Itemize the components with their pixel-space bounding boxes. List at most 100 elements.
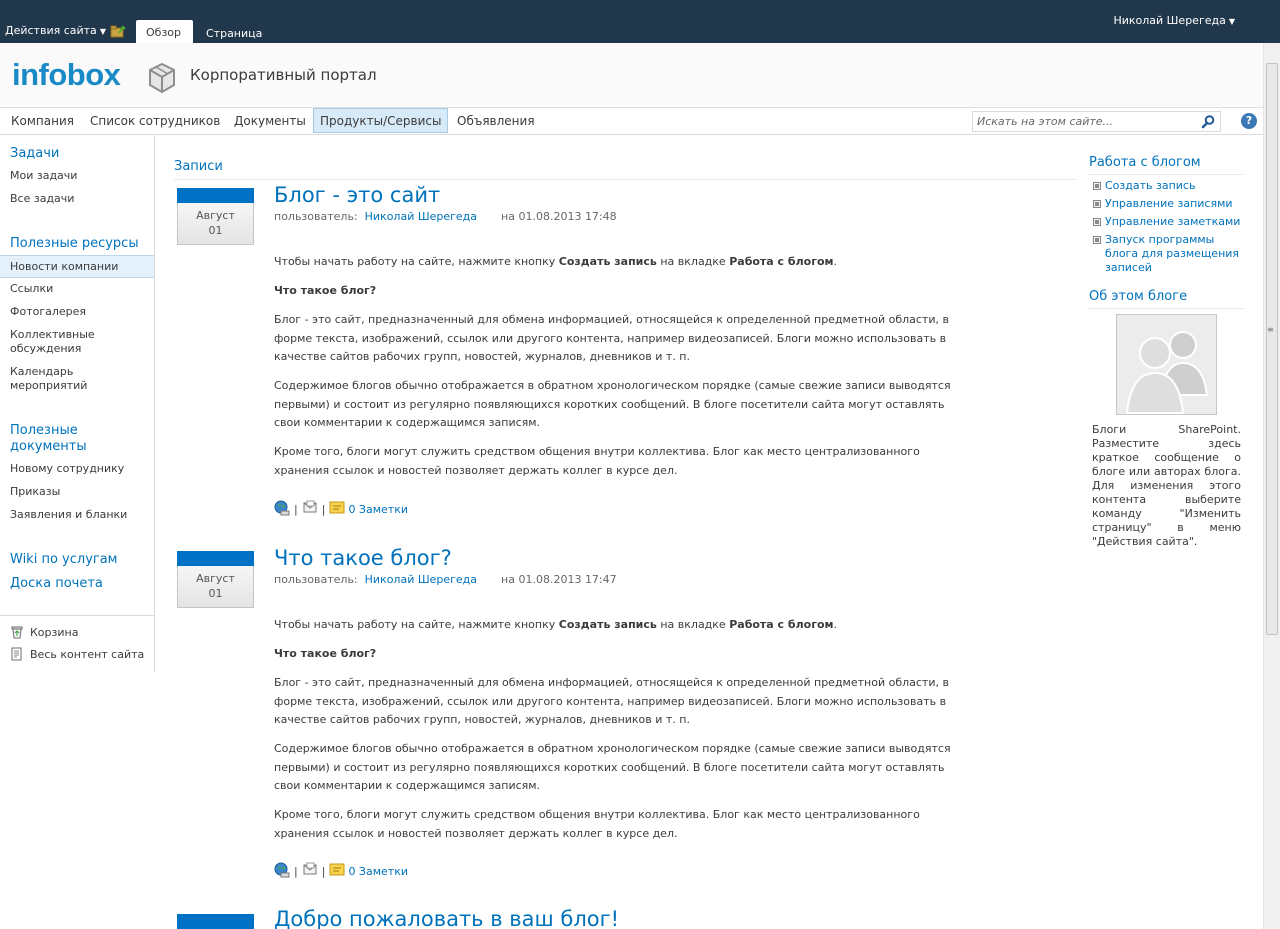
manage-comments-link[interactable]: Управление заметками — [1089, 215, 1244, 229]
site-content-icon — [11, 647, 22, 661]
search-icon[interactable] — [1200, 114, 1216, 130]
topnav-item-documents[interactable]: Документы — [228, 109, 312, 134]
post-title[interactable]: Блог - это сайт — [274, 183, 440, 207]
vertical-scrollbar[interactable]: ≡ — [1263, 43, 1280, 929]
bullet-icon — [1093, 200, 1101, 208]
recycle-bin-icon — [11, 626, 23, 639]
post-paragraph: Кроме того, блоги могут служить средство… — [274, 445, 920, 477]
leftnav-item-company-news[interactable]: Новости компании — [0, 255, 154, 278]
ribbon-bar: Действия сайта ▼ Обзор Страница Николай Ш… — [0, 0, 1280, 43]
leftnav-heading-tasks[interactable]: Задачи — [10, 146, 59, 162]
post-footer: | | 0 Заметки — [274, 500, 408, 516]
leftnav-item-new-employee[interactable]: Новому сотруднику — [10, 462, 150, 476]
site-actions-menu[interactable]: Действия сайта ▼ — [5, 24, 106, 37]
site-title: Корпоративный портал — [190, 66, 377, 84]
leftnav-heading-honor-board[interactable]: Доска почета — [10, 576, 103, 592]
post-day: 01 — [208, 224, 223, 237]
email-link-icon[interactable] — [302, 500, 318, 516]
post-author-link[interactable]: Николай Шерегеда — [365, 573, 477, 586]
post-footer: | | 0 Заметки — [274, 862, 408, 878]
about-photo — [1116, 314, 1217, 415]
post-date-box: Август 01 — [177, 188, 254, 245]
topnav-item-company[interactable]: Компания — [5, 109, 80, 134]
chevron-down-icon: ▼ — [1228, 17, 1235, 26]
leftnav-heading-documents[interactable]: Полезные документы — [10, 423, 100, 455]
about-blog-heading: Об этом блоге — [1089, 289, 1244, 309]
leftnav-item-events-calendar[interactable]: Календарь мероприятий — [10, 365, 100, 393]
leftnav-item-photo-gallery[interactable]: Фотогалерея — [10, 305, 150, 319]
post-paragraph: Кроме того, блоги могут служить средство… — [274, 808, 920, 840]
site-header: infobox Корпоративный портал — [0, 43, 1263, 108]
post-meta: пользователь: Николай Шерегеда на 01.08.20… — [274, 573, 617, 586]
post-date: на 01.08.2013 17:48 — [501, 210, 617, 223]
post-date-box: Август 01 — [177, 551, 254, 608]
leftnav-item-my-tasks[interactable]: Мои задачи — [10, 169, 150, 183]
divider — [174, 179, 1076, 180]
leftnav-item-orders[interactable]: Приказы — [10, 485, 150, 499]
post-by-label: пользователь: — [274, 210, 358, 223]
permalink-icon[interactable] — [274, 500, 290, 516]
post-body: Чтобы начать работу на сайте, нажмите кн… — [274, 253, 964, 491]
section-title[interactable]: Записи — [174, 159, 223, 174]
comments-link[interactable]: 0 Заметки — [348, 865, 408, 878]
bullet-icon — [1093, 236, 1101, 244]
comments-link[interactable]: 0 Заметки — [348, 503, 408, 516]
permalink-icon[interactable] — [274, 862, 290, 878]
post-paragraph: Блог - это сайт, предназначенный для обм… — [274, 313, 949, 363]
search-box — [972, 111, 1221, 132]
all-content-link[interactable]: Весь контент сайта — [10, 647, 144, 661]
date-band — [177, 188, 254, 203]
bullet-icon — [1093, 182, 1101, 190]
manage-posts-link[interactable]: Управление записями — [1089, 197, 1244, 211]
site-actions-label: Действия сайта — [5, 24, 97, 37]
bullet-icon — [1093, 218, 1101, 226]
post-date-box — [177, 914, 254, 929]
user-name: Николай Шерегеда — [1113, 14, 1226, 27]
logo[interactable]: infobox — [12, 57, 121, 93]
divider — [0, 615, 154, 616]
topnav-item-products[interactable]: Продукты/Сервисы — [313, 108, 449, 133]
comments-icon[interactable] — [329, 500, 345, 516]
leftnav-item-all-tasks[interactable]: Все задачи — [10, 192, 150, 206]
leftnav-item-links[interactable]: Ссылки — [10, 282, 150, 296]
about-blog-text: Блоги SharePoint. Разместите здесь кратк… — [1092, 423, 1241, 548]
post-title[interactable]: Добро пожаловать в ваш блог! — [274, 907, 619, 929]
recycle-bin-link[interactable]: Корзина — [10, 625, 78, 639]
blog-tools-list: Создать запись Управление записями Управ… — [1089, 179, 1244, 275]
post-month: Август — [196, 209, 235, 222]
leftnav-heading-resources[interactable]: Полезные ресурсы — [10, 236, 139, 252]
post-paragraph: Содержимое блогов обычно отображается в … — [274, 742, 951, 792]
post-paragraph: Содержимое блогов обычно отображается в … — [274, 379, 951, 429]
right-column: Работа с блогом Создать запись Управлени… — [1089, 155, 1244, 549]
user-menu[interactable]: Николай Шерегеда ▼ — [1113, 14, 1235, 27]
launch-blog-program-link[interactable]: Запуск программы блога для размещения за… — [1089, 233, 1244, 275]
topnav-item-employees[interactable]: Список сотрудников — [84, 109, 226, 134]
post-month: Август — [196, 572, 235, 585]
scrollbar-thumb[interactable] — [1266, 63, 1278, 635]
tab-page[interactable]: Страница — [196, 20, 272, 43]
navigate-up-icon[interactable] — [110, 24, 126, 38]
date-band — [177, 551, 254, 566]
comments-icon[interactable] — [329, 862, 345, 878]
topnav-item-announcements[interactable]: Объявления — [451, 109, 541, 134]
tab-browse[interactable]: Обзор — [136, 20, 193, 43]
search-input[interactable] — [977, 114, 1197, 129]
post-title[interactable]: Что такое блог? — [274, 546, 452, 570]
help-icon[interactable]: ? — [1241, 113, 1257, 129]
email-link-icon[interactable] — [302, 862, 318, 878]
create-post-link[interactable]: Создать запись — [1089, 179, 1244, 193]
post-author-link[interactable]: Николай Шерегеда — [365, 210, 477, 223]
date-band — [177, 914, 254, 929]
post-body: Чтобы начать работу на сайте, нажмите кн… — [274, 616, 964, 854]
post-subheading: Что такое блог? — [274, 284, 377, 297]
post-day: 01 — [208, 587, 223, 600]
cube-logo-icon — [149, 62, 175, 94]
top-navigation: Компания Список сотрудников Документы Пр… — [0, 108, 1263, 135]
left-navigation: Задачи Мои задачи Все задачи Полезные ре… — [0, 135, 155, 672]
leftnav-heading-wiki[interactable]: Wiki по услугам — [10, 552, 118, 568]
post-by-label: пользователь: — [274, 573, 358, 586]
leftnav-item-discussions[interactable]: Коллективные обсуждения — [10, 328, 110, 356]
recycle-bin-label: Корзина — [30, 626, 79, 639]
leftnav-item-forms[interactable]: Заявления и бланки — [10, 508, 150, 522]
all-content-label: Весь контент сайта — [30, 648, 145, 661]
